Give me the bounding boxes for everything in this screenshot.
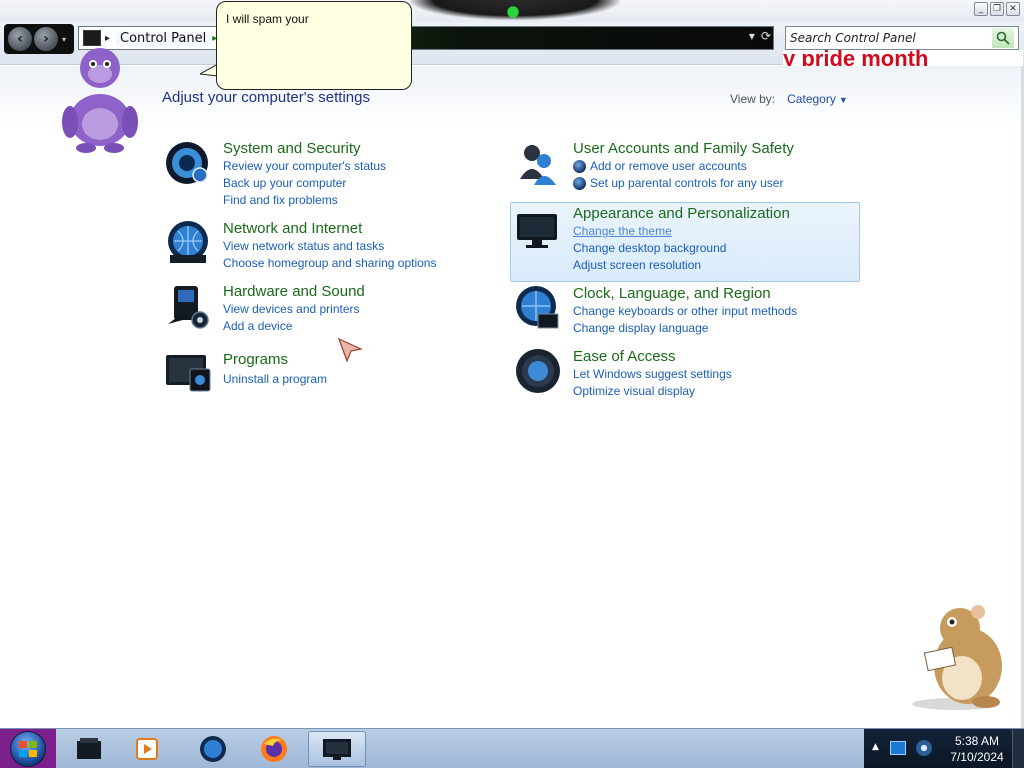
category-title[interactable]: System and Security	[223, 139, 386, 158]
address-bar[interactable]: ▸ Control Panel ▸ ▾ ⟳	[78, 26, 774, 50]
windows-explorer-icon	[77, 738, 101, 759]
search-icon[interactable]	[992, 28, 1014, 48]
purple-gorilla-icon[interactable]	[58, 42, 142, 154]
network-status-icon[interactable]	[916, 740, 932, 756]
taskbar: ▲ 5:38 AM 7/10/2024	[0, 728, 1024, 768]
close-button[interactable]: ✕	[1006, 2, 1020, 16]
minimize-button[interactable]: _	[974, 2, 988, 16]
network-globe-icon[interactable]	[164, 219, 212, 267]
link-visual-display[interactable]: Optimize visual display	[573, 383, 732, 400]
speech-bubble-text: I will spam your	[226, 12, 309, 26]
firefox-icon	[261, 736, 287, 762]
back-button[interactable]: ‹	[8, 27, 32, 51]
taskbar-media-player[interactable]	[122, 731, 174, 767]
category-title[interactable]: Network and Internet	[223, 219, 436, 238]
ease-of-access-icon[interactable]	[514, 347, 562, 395]
speech-bubble[interactable]: I will spam your	[216, 1, 412, 90]
programs-icon[interactable]	[164, 349, 212, 397]
show-hidden-icons-icon[interactable]: ▲	[872, 742, 879, 752]
pride-banner-text: y pride month	[783, 50, 929, 66]
category-ease-of-access: Ease of Access Let Windows suggest setti…	[514, 347, 732, 400]
taskbar-control-panel[interactable]	[308, 731, 366, 767]
link-find-fix[interactable]: Find and fix problems	[223, 192, 386, 209]
category-title[interactable]: Programs	[223, 349, 327, 371]
view-by-dropdown[interactable]: Category	[787, 92, 836, 106]
green-gem-icon	[498, 6, 528, 18]
monitor-icon[interactable]	[514, 204, 562, 252]
window-controls: _ ❐ ✕	[974, 2, 1020, 16]
shield-icon	[573, 160, 586, 173]
link-review-status[interactable]: Review your computer's status	[223, 158, 386, 175]
link-text[interactable]: Set up parental controls for any user	[590, 175, 783, 192]
category-clock-language: Clock, Language, and Region Change keybo…	[514, 284, 797, 337]
view-by-label: View by:	[730, 92, 776, 106]
forward-button[interactable]: ›	[34, 27, 58, 51]
mouse-cursor-icon	[337, 337, 363, 363]
category-title[interactable]: Clock, Language, and Region	[573, 284, 797, 303]
hardware-sound-icon[interactable]	[164, 282, 212, 330]
clock-date: 7/10/2024	[950, 750, 1004, 764]
control-panel-icon	[323, 739, 351, 760]
start-button[interactable]	[0, 729, 56, 768]
category-system-security: System and Security Review your computer…	[164, 139, 386, 209]
link-parental-controls[interactable]: Set up parental controls for any user	[573, 175, 794, 192]
user-accounts-icon[interactable]	[514, 139, 562, 187]
content-area	[0, 66, 1024, 728]
category-appearance: Appearance and Personalization Change th…	[514, 204, 790, 274]
link-text[interactable]: Add or remove user accounts	[590, 158, 747, 175]
category-title[interactable]: Appearance and Personalization	[573, 204, 790, 223]
restore-button[interactable]: ❐	[990, 2, 1004, 16]
category-title[interactable]: User Accounts and Family Safety	[573, 139, 794, 158]
link-add-remove-accounts[interactable]: Add or remove user accounts	[573, 158, 794, 175]
category-hardware-sound: Hardware and Sound View devices and prin…	[164, 282, 365, 335]
refresh-icon[interactable]: ⟳	[761, 29, 771, 43]
system-tray: ▲ 5:38 AM 7/10/2024	[864, 729, 1024, 768]
search-box	[785, 26, 1019, 50]
media-player-icon	[136, 738, 158, 760]
action-center-icon[interactable]	[890, 741, 906, 755]
link-display-language[interactable]: Change display language	[573, 320, 797, 337]
link-change-theme[interactable]: Change the theme	[573, 223, 790, 240]
link-suggest-settings[interactable]: Let Windows suggest settings	[573, 366, 732, 383]
category-network-internet: Network and Internet View network status…	[164, 219, 436, 272]
link-network-status[interactable]: View network status and tasks	[223, 238, 436, 255]
category-title[interactable]: Hardware and Sound	[223, 282, 365, 301]
link-desktop-background[interactable]: Change desktop background	[573, 240, 790, 257]
windows-logo-icon[interactable]	[10, 731, 46, 767]
link-uninstall-program[interactable]: Uninstall a program	[223, 371, 327, 388]
chevron-down-icon[interactable]: ▾	[749, 29, 755, 43]
globe-icon	[200, 736, 226, 762]
view-by: View by: Category ▼	[730, 92, 848, 106]
shield-icon	[573, 177, 586, 190]
pride-banner: y pride month	[783, 50, 1023, 66]
clock-time: 5:38 AM	[954, 734, 1000, 748]
category-title[interactable]: Ease of Access	[573, 347, 732, 366]
clock-globe-icon[interactable]	[514, 284, 562, 332]
top-decoration	[410, 0, 620, 20]
taskbar-globe[interactable]	[187, 731, 239, 767]
category-user-accounts: User Accounts and Family Safety Add or r…	[514, 139, 794, 192]
link-homegroup[interactable]: Choose homegroup and sharing options	[223, 255, 436, 272]
link-add-device[interactable]: Add a device	[223, 318, 365, 335]
chevron-down-icon[interactable]: ▼	[839, 95, 848, 105]
hamster-reading-icon[interactable]	[906, 600, 1010, 710]
link-back-up[interactable]: Back up your computer	[223, 175, 386, 192]
taskbar-firefox[interactable]	[248, 731, 300, 767]
search-input[interactable]	[786, 28, 992, 48]
page-title: Adjust your computer's settings	[162, 89, 370, 106]
category-programs: Programs Uninstall a program	[164, 349, 327, 397]
address-actions: ▾ ⟳	[749, 29, 771, 43]
link-keyboards[interactable]: Change keyboards or other input methods	[573, 303, 797, 320]
system-security-icon[interactable]	[164, 139, 212, 187]
taskbar-explorer[interactable]	[63, 731, 115, 767]
link-devices-printers[interactable]: View devices and printers	[223, 301, 365, 318]
clock[interactable]: 5:38 AM 7/10/2024	[938, 733, 1016, 765]
show-desktop-button[interactable]	[1012, 729, 1024, 768]
link-screen-resolution[interactable]: Adjust screen resolution	[573, 257, 790, 274]
